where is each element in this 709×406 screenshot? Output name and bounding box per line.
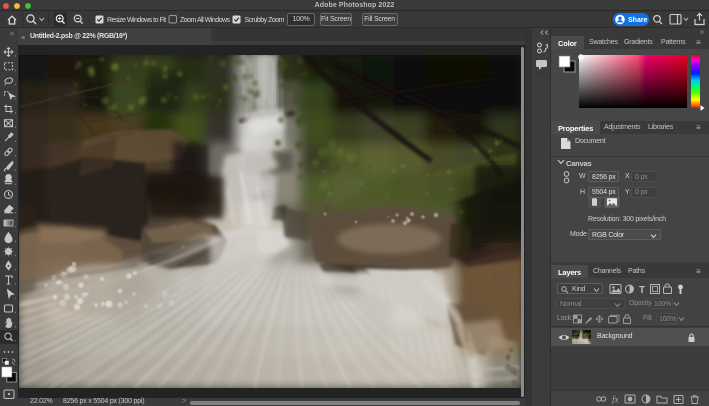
svg-text:T: T — [639, 285, 645, 295]
svg-text:»: » — [10, 29, 14, 38]
svg-text:fx: fx — [612, 395, 619, 405]
svg-text:Share: Share — [628, 17, 648, 24]
